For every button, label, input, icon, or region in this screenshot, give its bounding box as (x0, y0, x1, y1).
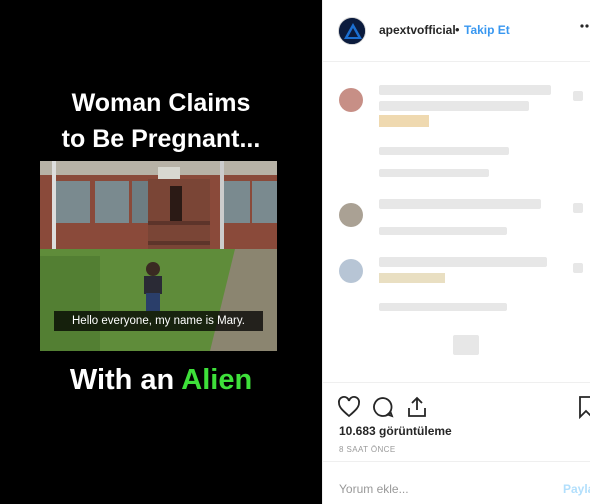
comment-meta-blurred (379, 169, 489, 177)
headline-bottom-prefix: With an (69, 364, 182, 396)
comment-input[interactable]: Yorum ekle... (339, 482, 409, 496)
comments-list[interactable] (323, 63, 590, 381)
video-frame[interactable]: Hello everyone, my name is Mary. (40, 161, 277, 351)
heart-icon-blurred[interactable] (573, 203, 583, 213)
load-more-blurred[interactable] (453, 335, 479, 355)
comment-blurred (379, 199, 541, 209)
comment-blurred (379, 257, 547, 267)
ellipsis-icon[interactable] (580, 17, 590, 38)
post-header: apextvofficial • Takip Et (323, 0, 590, 62)
comment-meta-blurred (379, 147, 509, 155)
comment-emoji-blurred (379, 115, 429, 127)
comment-meta-blurred (379, 303, 507, 311)
avatar[interactable] (338, 17, 366, 45)
share-icon[interactable] (405, 395, 429, 424)
heart-icon[interactable] (337, 395, 361, 424)
apex-logo-icon (339, 18, 365, 44)
comment-avatar[interactable] (339, 88, 363, 112)
header-separator: • (455, 22, 460, 37)
username-link[interactable]: apextvofficial (379, 23, 456, 37)
comment-emoji-blurred (379, 273, 445, 283)
headline-line-1: Woman Claims (71, 89, 251, 117)
bookmark-icon[interactable] (578, 395, 590, 424)
comment-form: Yorum ekle... Payla (323, 461, 590, 504)
comment-avatar[interactable] (339, 203, 363, 227)
video-subtitle: Hello everyone, my name is Mary. (72, 315, 245, 327)
comment-blurred (379, 85, 551, 95)
post-timestamp[interactable]: 8 SAAT ÖNCE (339, 445, 396, 454)
post-sidebar: apextvofficial • Takip Et 10.683 görüntü… (322, 0, 590, 504)
comment-avatar[interactable] (339, 259, 363, 283)
follow-button[interactable]: Takip Et (464, 23, 510, 37)
comment-bubble-icon[interactable] (371, 395, 395, 424)
post-media[interactable]: Woman Claims to Be Pregnant... Hello eve… (0, 0, 322, 504)
heart-icon-blurred[interactable] (573, 263, 583, 273)
comment-meta-blurred (379, 227, 507, 235)
headline-bottom-accent: Alien (181, 364, 253, 396)
comment-blurred (379, 101, 529, 111)
view-count[interactable]: 10.683 görüntüleme (339, 424, 452, 438)
headline-line-2: to Be Pregnant... (61, 125, 261, 153)
post-actions: 10.683 görüntüleme 8 SAAT ÖNCE (323, 382, 590, 460)
heart-icon-blurred[interactable] (573, 91, 583, 101)
post-comment-button[interactable]: Payla (563, 482, 590, 496)
headline-bottom: With an Alien (0, 360, 322, 400)
